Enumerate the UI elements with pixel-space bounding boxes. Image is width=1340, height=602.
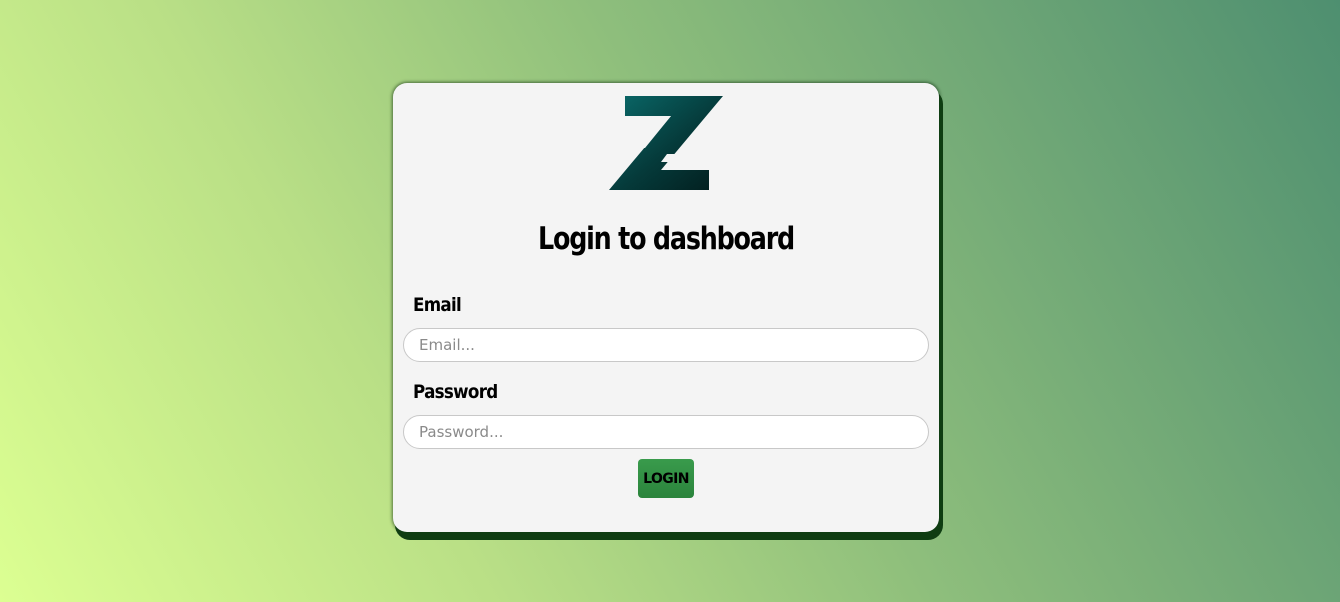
page-title: Login to dashboard xyxy=(538,221,795,257)
password-label: Password xyxy=(413,381,498,403)
email-label: Email xyxy=(413,294,462,316)
login-button[interactable]: LOGIN xyxy=(638,459,694,498)
login-card: Login to dashboard Email Password LOGIN xyxy=(393,83,939,532)
password-input[interactable] xyxy=(403,415,929,449)
z-logo-icon xyxy=(609,96,723,190)
email-input[interactable] xyxy=(403,328,929,362)
